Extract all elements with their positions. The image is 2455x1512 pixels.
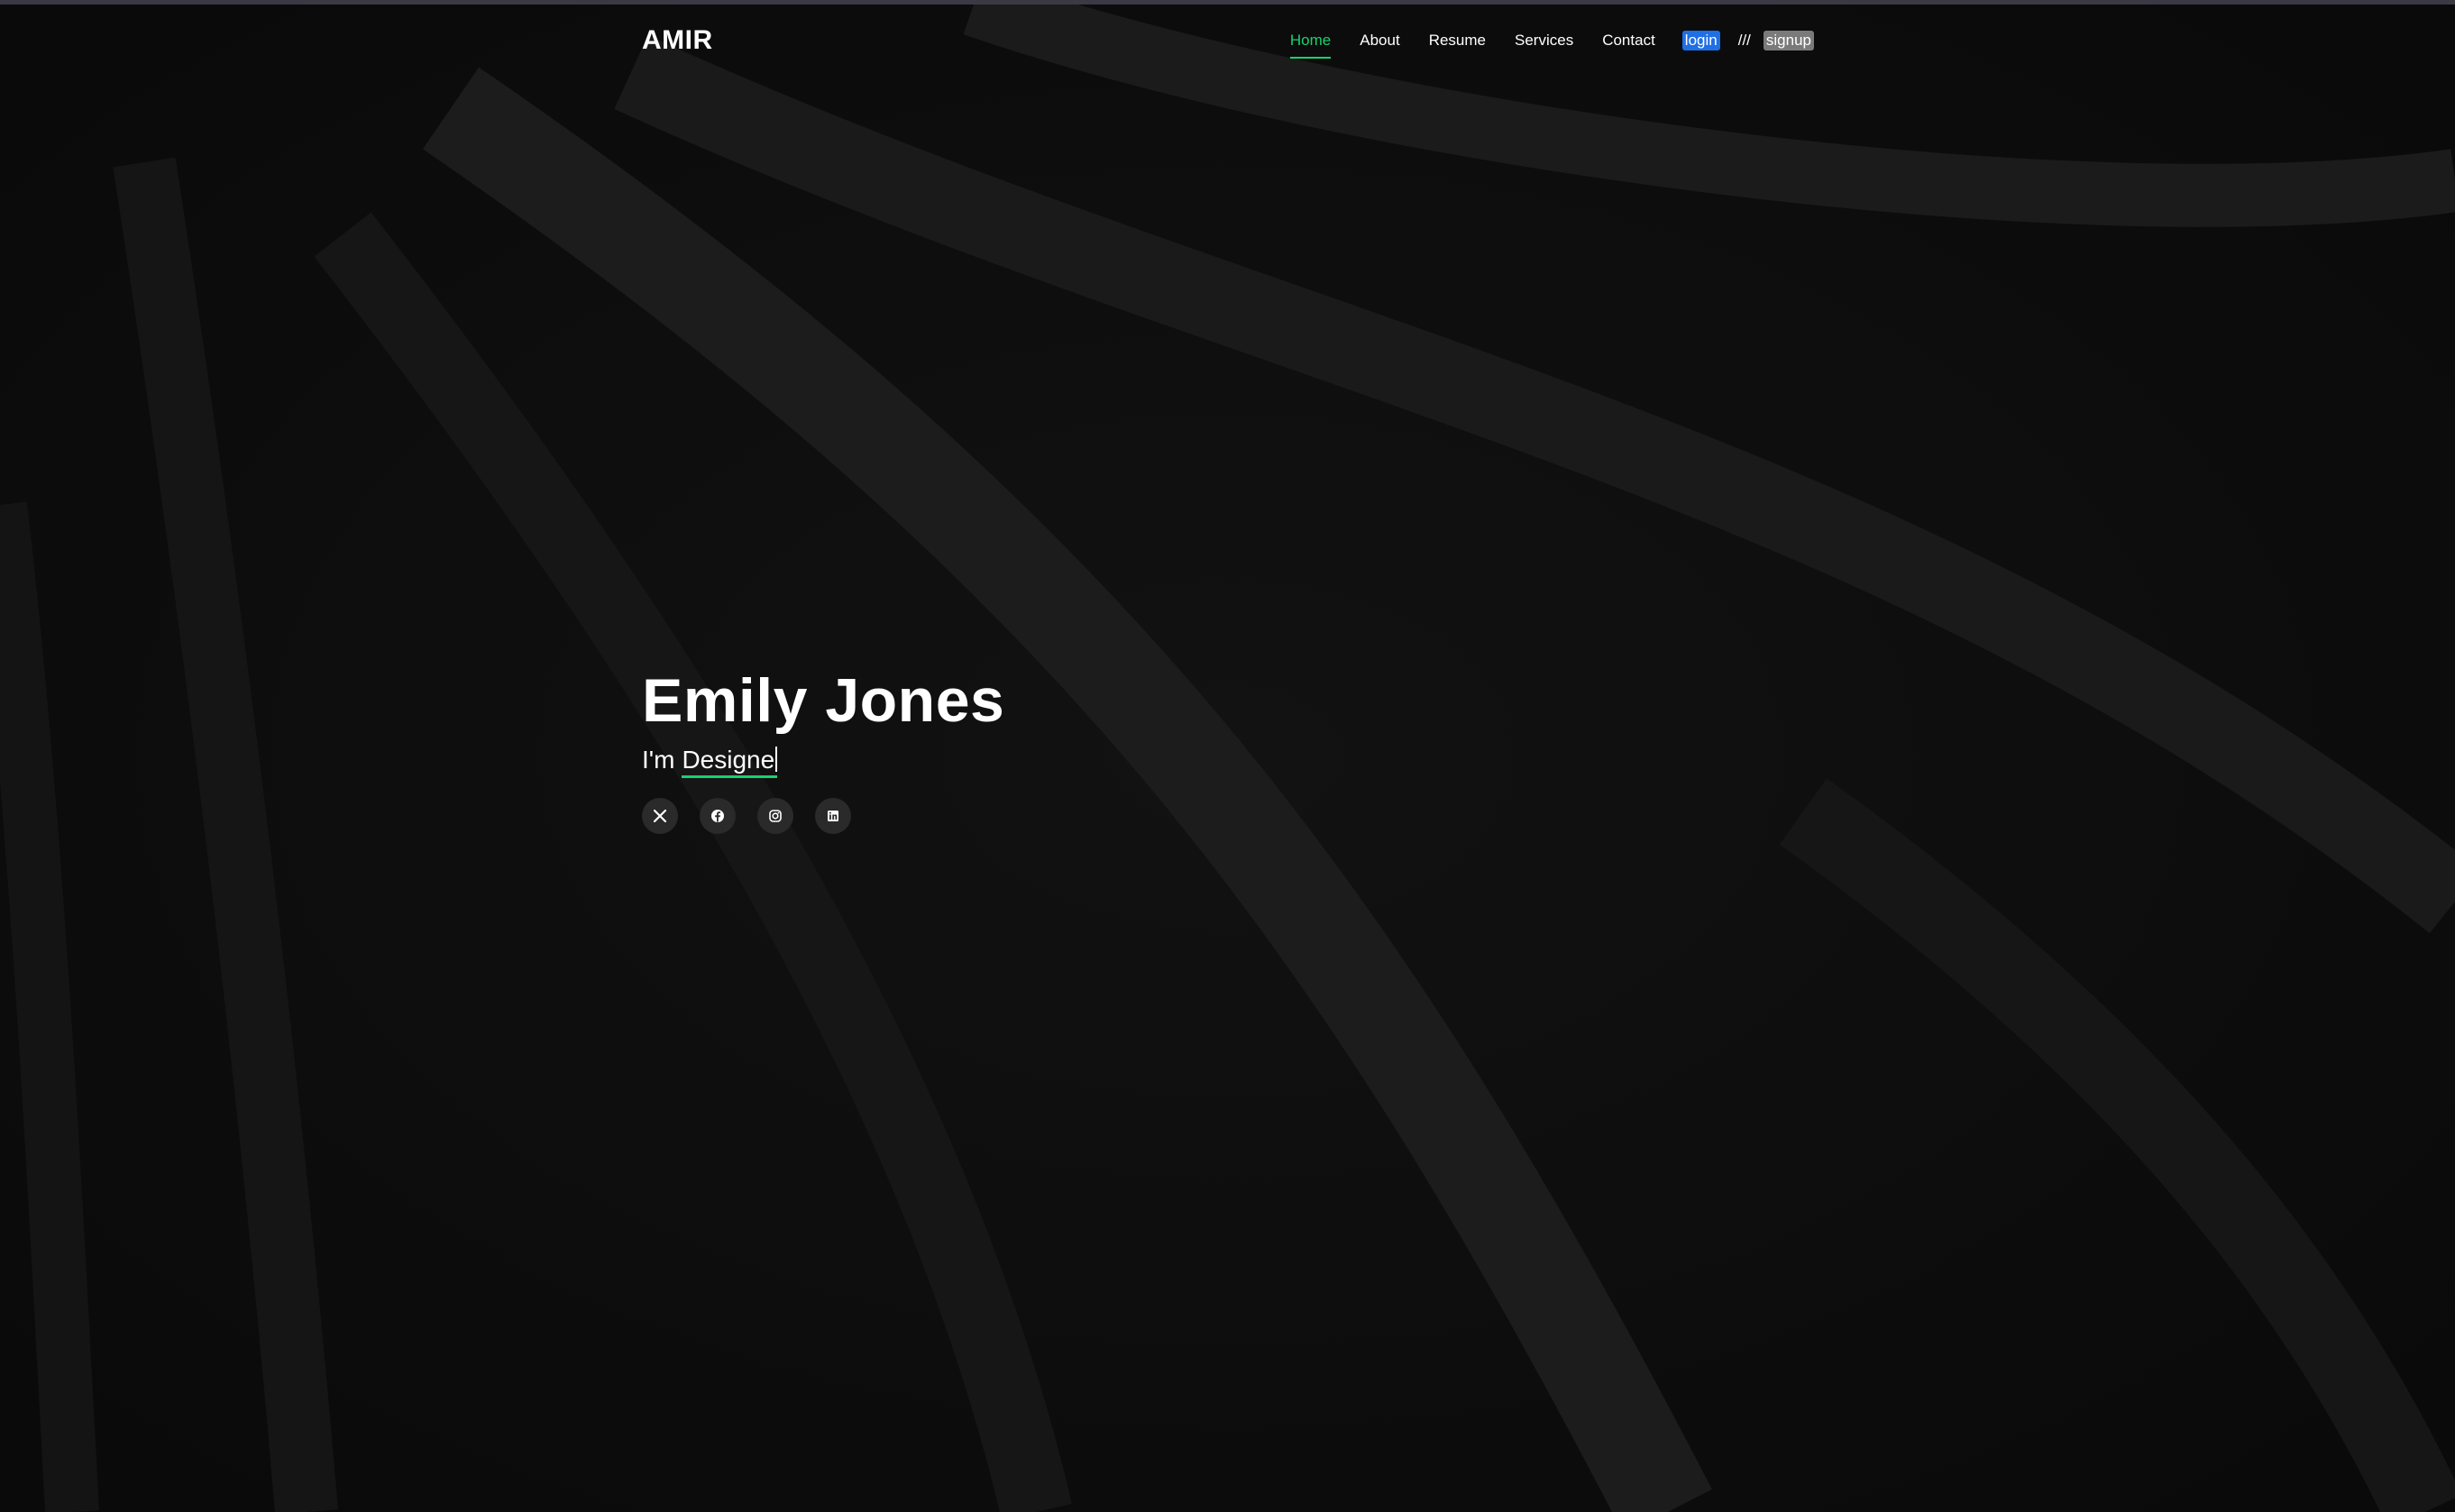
login-button[interactable]: login bbox=[1681, 31, 1720, 50]
header: AMIR Home About Resume Services Contact … bbox=[642, 23, 1814, 63]
main-nav: Home About Resume Services Contact login… bbox=[1289, 31, 1814, 59]
instagram-link[interactable] bbox=[757, 797, 793, 834]
facebook-link[interactable] bbox=[700, 797, 736, 834]
role-prefix: I'm bbox=[642, 745, 675, 774]
nav-about[interactable]: About bbox=[1360, 32, 1399, 50]
linkedin-icon bbox=[828, 810, 838, 821]
nav-contact[interactable]: Contact bbox=[1602, 32, 1655, 50]
nav-services[interactable]: Services bbox=[1515, 32, 1573, 50]
logo[interactable]: AMIR bbox=[642, 25, 713, 56]
typing-caret bbox=[775, 746, 778, 772]
nav-resume[interactable]: Resume bbox=[1429, 32, 1486, 50]
instagram-icon bbox=[769, 809, 782, 822]
role-typed-text: Designe bbox=[682, 745, 778, 778]
facebook-icon bbox=[711, 809, 724, 822]
background-image bbox=[0, 0, 2455, 1512]
nav-separator: /// bbox=[1737, 32, 1751, 49]
linkedin-link[interactable] bbox=[815, 797, 851, 834]
page: AMIR Home About Resume Services Contact … bbox=[0, 0, 2455, 1512]
signup-button[interactable]: signup bbox=[1763, 31, 1814, 50]
role-word: Designe bbox=[682, 745, 775, 774]
top-strip bbox=[0, 0, 2455, 5]
x-twitter-icon bbox=[653, 809, 667, 822]
twitter-link[interactable] bbox=[642, 797, 678, 834]
nav-home[interactable]: Home bbox=[1289, 32, 1332, 59]
hero: Emily Jones I'm Designe bbox=[642, 667, 1004, 834]
social-links bbox=[642, 797, 1004, 834]
hero-name: Emily Jones bbox=[642, 666, 1005, 735]
hero-role: I'm Designe bbox=[642, 746, 1004, 778]
